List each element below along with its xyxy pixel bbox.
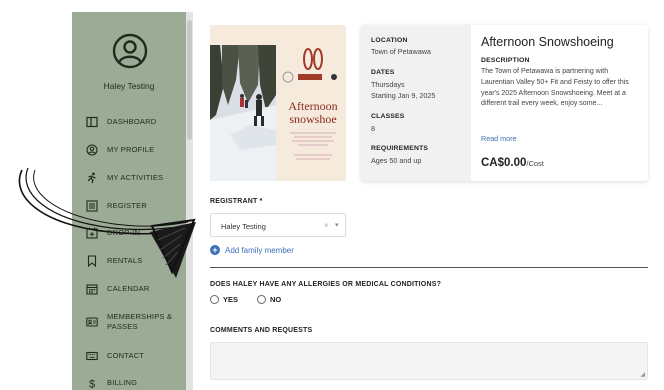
read-more-link[interactable]: Read more xyxy=(481,134,517,143)
allergies-yes-option[interactable]: YES xyxy=(210,295,238,304)
poster-illustration: Afternoon snowshoe xyxy=(210,25,346,181)
comments-textarea[interactable]: ◢ xyxy=(210,342,648,380)
event-title: Afternoon Snowshoeing xyxy=(481,35,614,49)
user-avatar-icon[interactable] xyxy=(112,33,148,69)
nav-label-dashboard: DASHBOARD xyxy=(107,117,157,126)
dates-line1: Thursdays xyxy=(371,80,405,89)
no-radio[interactable] xyxy=(257,295,266,304)
nav-label-memberships-passes: MEMBERSHIPS & PASSES xyxy=(107,312,173,331)
no-label: NO xyxy=(270,295,282,304)
description-label: DESCRIPTION xyxy=(481,57,530,64)
nav-item-calendar[interactable]: CALENDAR xyxy=(72,283,186,303)
classes-label: CLASSES xyxy=(371,113,405,120)
calendar-icon xyxy=(86,284,98,295)
nav-item-register[interactable]: REGISTER xyxy=(72,200,186,220)
comments-label: COMMENTS AND REQUESTS xyxy=(210,327,313,334)
nav-item-rentals[interactable]: RENTALS xyxy=(72,255,186,275)
requirements-value: Ages 50 and up xyxy=(371,156,422,165)
sidebar-scroll-thumb[interactable] xyxy=(187,20,192,140)
nav-label-calendar: CALENDAR xyxy=(107,284,150,293)
person-circle-icon xyxy=(86,144,98,156)
price-unit: /Cost xyxy=(526,159,544,168)
nav-label-billing: BILLING xyxy=(107,378,138,387)
yes-label: YES xyxy=(223,295,239,304)
nav-item-memberships-passes[interactable]: MEMBERSHIPS & PASSES xyxy=(72,311,186,337)
keyboard-icon xyxy=(86,351,98,361)
id-card-icon xyxy=(86,317,98,327)
requirements-label: REQUIREMENTS xyxy=(371,145,429,152)
plus-circle-icon: + xyxy=(210,245,220,255)
nav-item-drop-in[interactable]: DROP-IN xyxy=(72,227,186,247)
add-family-member-link[interactable]: + Add family member xyxy=(210,245,294,255)
nav-label-drop-in: DROP-IN xyxy=(107,228,141,237)
registrant-select[interactable]: Haley Testing × ▾ xyxy=(210,213,346,237)
bookmark-icon xyxy=(87,255,97,267)
classes-value: 8 xyxy=(371,124,375,133)
yes-radio[interactable] xyxy=(210,295,219,304)
nav-label-my-activities: MY ACTIVITIES xyxy=(107,173,164,182)
resize-handle-icon[interactable]: ◢ xyxy=(640,371,645,378)
event-price: CA$0.00/Cost xyxy=(481,157,544,169)
clear-icon[interactable]: × xyxy=(324,221,329,230)
nav-label-contact: CONTACT xyxy=(107,351,145,360)
running-icon xyxy=(87,172,96,184)
event-info-card: LOCATION Town of Petawawa DATES Thursday… xyxy=(361,25,648,181)
section-divider xyxy=(210,267,648,268)
dates-line2: Starting Jan 9, 2025 xyxy=(371,91,436,100)
registrant-selected-value: Haley Testing xyxy=(221,222,266,231)
registrant-label: REGISTRANT * xyxy=(210,198,263,205)
dates-label: DATES xyxy=(371,69,395,76)
price-amount: CA$0.00 xyxy=(481,157,527,169)
allergies-no-option[interactable]: NO xyxy=(257,295,281,304)
columns-icon xyxy=(86,116,98,128)
calendar-plus-icon xyxy=(86,227,98,239)
nav-item-dashboard[interactable]: DASHBOARD xyxy=(72,116,186,136)
event-poster: Afternoon snowshoe xyxy=(210,25,346,181)
nav-item-billing[interactable]: $ BILLING xyxy=(72,377,186,390)
nav-label-my-profile: MY PROFILE xyxy=(107,145,155,154)
nav-item-my-activities[interactable]: MY ACTIVITIES xyxy=(72,172,186,192)
nav-label-rentals: RENTALS xyxy=(107,256,143,265)
svg-text:$: $ xyxy=(89,379,95,390)
location-value: Town of Petawawa xyxy=(371,47,431,56)
nav-item-my-profile[interactable]: MY PROFILE xyxy=(72,144,186,164)
dollar-icon: $ xyxy=(89,379,95,390)
poster-title-line1: Afternoon xyxy=(288,99,337,113)
add-family-member-label: Add family member xyxy=(225,245,294,255)
list-icon xyxy=(86,200,98,212)
nav-item-contact[interactable]: CONTACT xyxy=(72,350,186,370)
poster-title-line2: snowshoe xyxy=(289,112,336,126)
event-description: The Town of Petawawa is partnering with … xyxy=(481,68,629,108)
nav-label-register: REGISTER xyxy=(107,201,147,210)
user-name: Haley Testing xyxy=(103,81,155,91)
allergies-question: DOES HALEY HAVE ANY ALLERGIES OR MEDICAL… xyxy=(210,281,442,288)
chevron-down-icon[interactable]: ▾ xyxy=(335,221,339,229)
location-label: LOCATION xyxy=(371,37,408,44)
